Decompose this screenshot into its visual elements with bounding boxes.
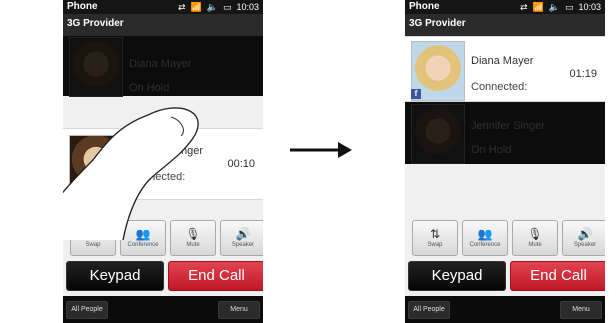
- battery-icon: ▭: [222, 2, 232, 12]
- status-time: 10:03: [236, 2, 259, 12]
- signal-icon: 📶: [190, 2, 202, 12]
- signal-icon: 📶: [532, 2, 544, 12]
- menu-button[interactable]: Menu: [218, 301, 260, 319]
- speaker-icon: 🔊: [577, 227, 593, 241]
- finger-swipe-icon: [63, 107, 199, 240]
- bottom-bar: All People Menu: [63, 296, 263, 323]
- all-people-button[interactable]: All People: [408, 301, 450, 319]
- caller-name: Jennifer Singer: [471, 120, 545, 132]
- primary-actions: Keypad End Call: [405, 261, 605, 291]
- keypad-button[interactable]: Keypad: [66, 261, 164, 291]
- sync-icon: ⇄: [519, 2, 528, 12]
- phone-screen-after: Phone ⇄ 📶 🔈 ▭ 10:03 3G Provider f Diana …: [405, 0, 605, 323]
- held-call-item[interactable]: Jennifer Singer On Hold: [405, 102, 605, 164]
- provider-label: 3G Provider: [409, 18, 466, 29]
- call-status: Connected:: [471, 81, 528, 93]
- provider-label: 3G Provider: [67, 18, 124, 29]
- swap-label: Swap: [85, 242, 101, 248]
- status-bar: Phone ⇄ 📶 🔈 ▭ 10:03: [405, 0, 605, 14]
- volume-icon: 🔈: [548, 2, 560, 12]
- phone-screen-before: Phone ⇄ 📶 🔈 ▭ 10:03 3G Provider Diana Ma…: [63, 0, 263, 323]
- provider-bar: 3G Provider: [63, 14, 263, 36]
- status-title: Phone: [409, 1, 440, 12]
- mute-button[interactable]: 🎙 Mute: [512, 220, 558, 256]
- mute-icon: 🎙: [527, 227, 543, 241]
- status-bar: Phone ⇄ 📶 🔈 ▭ 10:03: [63, 0, 263, 14]
- status-icons: ⇄ 📶 🔈 ▭ 10:03: [178, 1, 259, 13]
- call-controls: ⇅ Swap 👥 Conference 🎙 Mute 🔊 Speaker: [405, 220, 605, 258]
- status-icons: ⇄ 📶 🔈 ▭ 10:03: [520, 1, 601, 13]
- menu-button[interactable]: Menu: [560, 301, 602, 319]
- status-time: 10:03: [578, 2, 601, 12]
- caller-name: Diana Mayer: [471, 55, 534, 67]
- volume-icon: 🔈: [206, 2, 218, 12]
- end-call-button[interactable]: End Call: [510, 261, 605, 291]
- speaker-label: Speaker: [573, 242, 597, 248]
- active-call-item[interactable]: f Diana Mayer Connected: 01:19: [405, 36, 605, 102]
- call-status: On Hold: [471, 144, 512, 156]
- caller-name: Diana Mayer: [129, 58, 192, 70]
- primary-actions: Keypad End Call: [63, 261, 263, 291]
- bottom-bar: All People Menu: [405, 296, 605, 323]
- status-title: Phone: [67, 1, 98, 12]
- sync-icon: ⇄: [177, 2, 186, 12]
- conference-icon: 👥: [477, 227, 493, 241]
- end-call-button[interactable]: End Call: [168, 261, 263, 291]
- facebook-icon: f: [411, 89, 421, 99]
- battery-icon: ▭: [564, 2, 574, 12]
- caller-avatar: [411, 104, 465, 164]
- swap-label: Swap: [427, 242, 443, 248]
- swap-icon: ⇅: [429, 227, 441, 241]
- right-arrow-icon: [290, 142, 352, 158]
- call-duration: 01:19: [569, 68, 597, 80]
- conference-label: Conference: [469, 242, 501, 248]
- provider-bar: 3G Provider: [405, 14, 605, 36]
- all-people-button[interactable]: All People: [66, 301, 108, 319]
- speaker-button[interactable]: 🔊 Speaker: [562, 220, 605, 256]
- conference-button[interactable]: 👥 Conference: [462, 220, 508, 256]
- speaker-label: Speaker: [231, 242, 255, 248]
- keypad-button[interactable]: Keypad: [408, 261, 506, 291]
- mute-label: Mute: [186, 242, 200, 248]
- swap-button[interactable]: ⇅ Swap: [412, 220, 458, 256]
- mute-label: Mute: [528, 242, 542, 248]
- conference-label: Conference: [127, 242, 159, 248]
